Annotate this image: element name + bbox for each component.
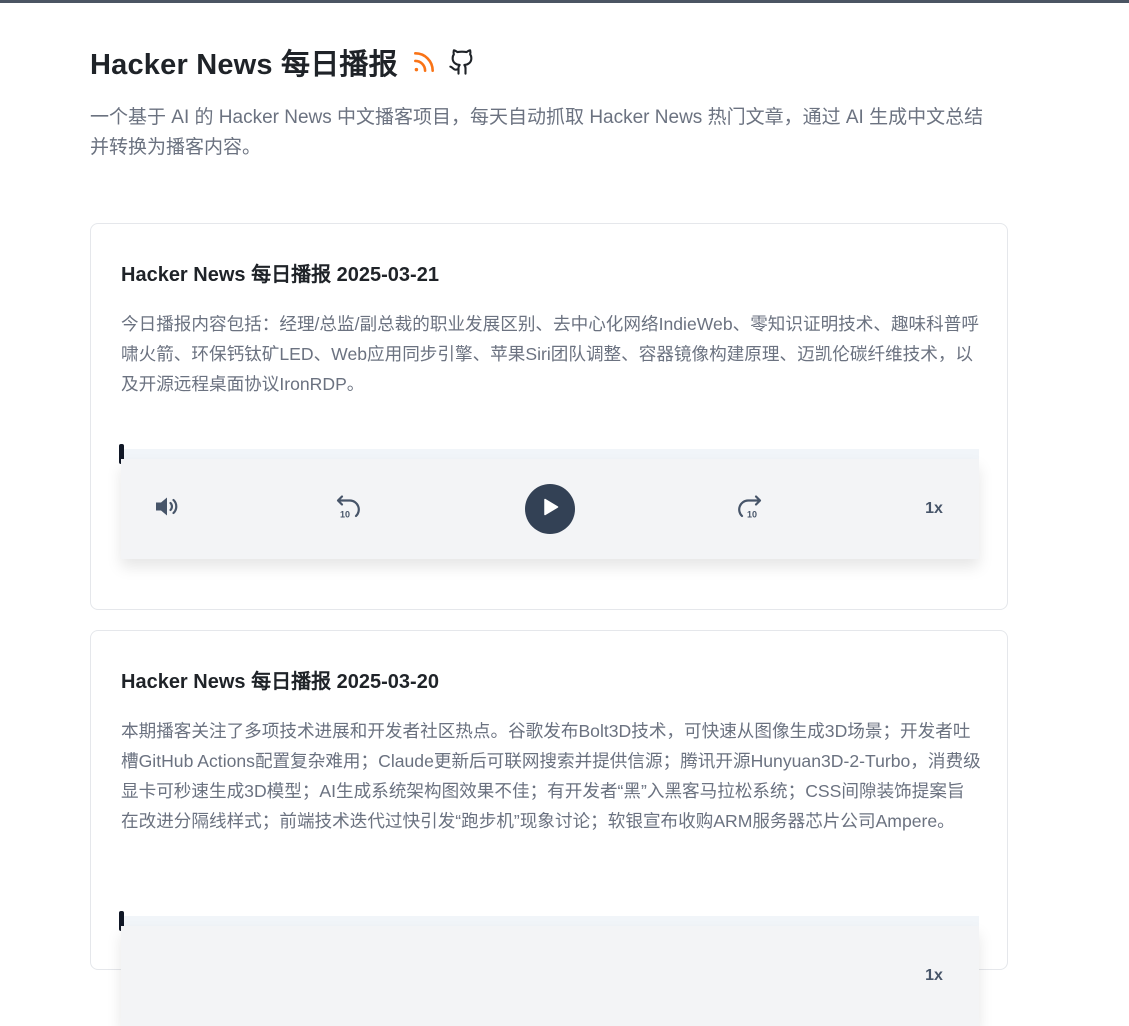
svg-text:10: 10 [340, 510, 350, 520]
site-header: Hacker News 每日播报 [90, 42, 476, 82]
episode-card: Hacker News 每日播报 2025-03-20 本期播客关注了多项技术进… [90, 630, 1008, 1026]
progress-bar[interactable] [119, 444, 979, 464]
episode-summary: 本期播客关注了多项技术进展和开发者社区热点。谷歌发布Bolt3D技术，可快速从图… [121, 721, 981, 831]
progress-bar[interactable] [119, 911, 979, 931]
site-description: 一个基于 AI 的 Hacker News 中文播客项目，每天自动抓取 Hack… [90, 107, 984, 158]
player-controls: 10 10 1x [121, 459, 979, 559]
playback-speed-button[interactable]: 1x [925, 967, 943, 985]
playback-speed-button[interactable]: 1x [925, 500, 943, 518]
audio-player: 1x [119, 911, 979, 1026]
top-border [0, 0, 1129, 3]
rss-icon[interactable] [410, 48, 438, 76]
forward-10-button[interactable]: 10 [734, 492, 764, 527]
play-button[interactable] [525, 484, 575, 534]
github-icon[interactable] [448, 48, 476, 76]
rewind-10-button[interactable]: 10 [334, 492, 364, 527]
episode-title[interactable]: Hacker News 每日播报 2025-03-20 [121, 665, 439, 694]
episode-summary: 今日播报内容包括：经理/总监/副总裁的职业发展区别、去中心化网络IndieWeb… [121, 314, 979, 394]
forward-10-icon: 10 [734, 492, 764, 527]
volume-icon [154, 495, 180, 524]
episode-card: Hacker News 每日播报 2025-03-21 今日播报内容包括：经理/… [90, 223, 1008, 610]
svg-text:10: 10 [747, 510, 757, 520]
player-controls: 1x [121, 926, 979, 1026]
site-title: Hacker News 每日播报 [90, 49, 398, 81]
audio-player: 10 10 1x [119, 444, 979, 559]
play-icon [539, 496, 561, 523]
rewind-10-icon: 10 [334, 492, 364, 527]
episode-title[interactable]: Hacker News 每日播报 2025-03-21 [121, 258, 439, 287]
volume-button[interactable] [154, 495, 180, 524]
